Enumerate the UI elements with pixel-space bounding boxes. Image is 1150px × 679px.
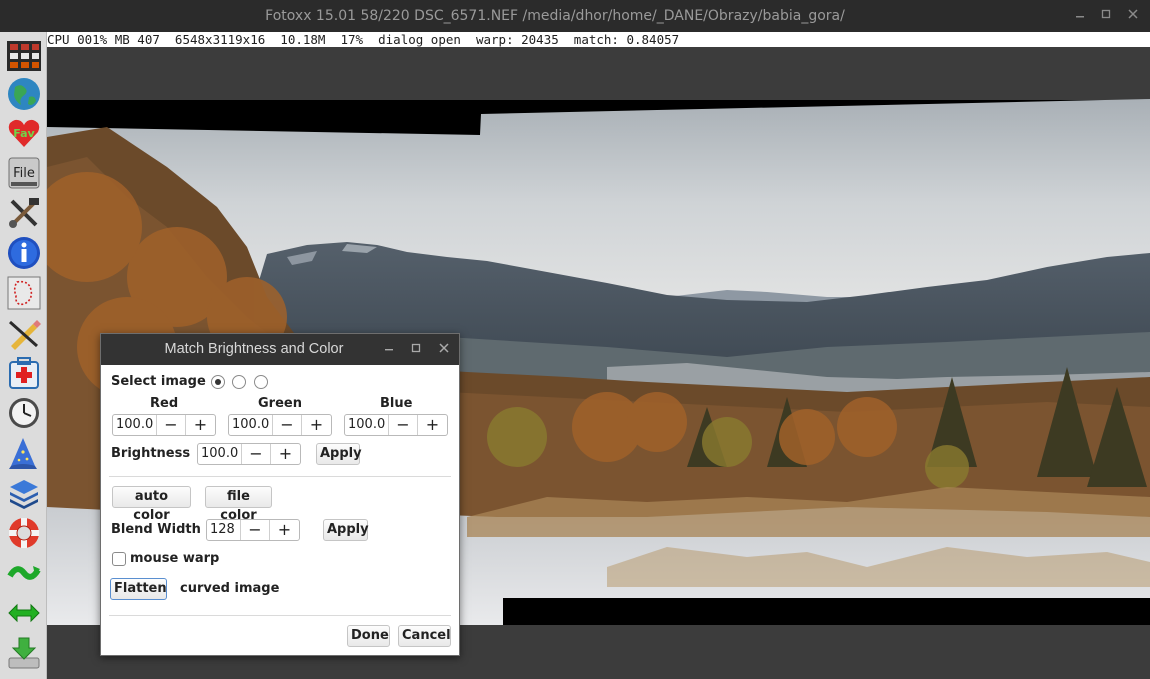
- minimize-icon[interactable]: [1068, 0, 1092, 32]
- brightness-spinbox: 100.0 − +: [197, 443, 301, 465]
- blend-apply-button[interactable]: Apply: [323, 519, 369, 541]
- status-line: CPU 001% MB 407 6548x3119x16 10.18M 17% …: [47, 32, 1150, 47]
- cancel-button[interactable]: Cancel: [398, 625, 451, 647]
- mouse-warp-checkbox[interactable]: [112, 552, 126, 566]
- select-image-label: Select image: [111, 374, 206, 389]
- edit-icon[interactable]: [6, 315, 42, 351]
- window-titlebar: Fotoxx 15.01 58/220 DSC_6571.NEF /media/…: [0, 0, 1150, 32]
- dialog-maximize-icon[interactable]: [406, 334, 426, 365]
- main-toolbar: Fav File: [0, 32, 47, 679]
- blend-width-label: Blend Width: [111, 522, 201, 537]
- tools-icon[interactable]: [6, 195, 42, 231]
- favorites-icon[interactable]: Fav: [6, 115, 42, 151]
- select-image-radio-3[interactable]: [254, 375, 268, 389]
- blue-decrement-button[interactable]: −: [389, 415, 418, 435]
- file-icon[interactable]: File: [6, 155, 42, 191]
- svg-text:Fav: Fav: [13, 127, 35, 140]
- red-label: Red: [150, 396, 179, 411]
- clock-icon[interactable]: [6, 395, 42, 431]
- help-icon[interactable]: [6, 515, 42, 551]
- red-increment-button[interactable]: +: [186, 415, 215, 435]
- blend-width-value[interactable]: 128: [207, 520, 241, 540]
- blend-width-increment-button[interactable]: +: [270, 520, 299, 540]
- green-label: Green: [258, 396, 302, 411]
- flatten-button[interactable]: Flatten: [110, 578, 167, 600]
- brightness-decrement-button[interactable]: −: [242, 444, 271, 464]
- dialog-minimize-icon[interactable]: [379, 334, 399, 365]
- blue-spinbox: 100.0 − +: [344, 414, 448, 436]
- save-icon[interactable]: [6, 635, 42, 671]
- green-spinbox: 100.0 − +: [228, 414, 332, 436]
- repair-icon[interactable]: [6, 355, 42, 391]
- dialog-title: Match Brightness and Color: [164, 341, 344, 357]
- file-color-button[interactable]: file color: [205, 486, 272, 523]
- brightness-increment-button[interactable]: +: [271, 444, 300, 464]
- resize-icon[interactable]: [6, 595, 42, 631]
- wizard-icon[interactable]: [6, 435, 42, 471]
- select-icon[interactable]: [6, 275, 42, 311]
- warp-icon[interactable]: [6, 555, 42, 591]
- curved-image-label: curved image: [180, 581, 280, 596]
- brightness-label: Brightness: [111, 446, 191, 461]
- maximize-icon[interactable]: [1094, 0, 1118, 32]
- match-brightness-dialog: Match Brightness and Color Select image …: [100, 333, 460, 656]
- separator: [109, 476, 451, 477]
- done-button[interactable]: Done: [347, 625, 390, 647]
- green-increment-button[interactable]: +: [302, 415, 331, 435]
- select-image-radio-2[interactable]: [232, 375, 246, 389]
- mouse-warp-label: mouse warp: [130, 551, 220, 566]
- blue-label: Blue: [380, 396, 413, 411]
- svg-text:File: File: [13, 166, 35, 181]
- dialog-close-icon[interactable]: [434, 334, 454, 365]
- blend-width-spinbox: 128 − +: [206, 519, 300, 541]
- close-icon[interactable]: [1121, 0, 1145, 32]
- info-icon[interactable]: [6, 235, 42, 271]
- green-decrement-button[interactable]: −: [273, 415, 302, 435]
- auto-color-button[interactable]: auto color: [112, 486, 191, 523]
- gallery-icon[interactable]: [6, 38, 42, 74]
- separator-bottom: [109, 615, 451, 616]
- blue-value[interactable]: 100.0: [345, 415, 389, 435]
- red-spinbox: 100.0 − +: [112, 414, 216, 436]
- apply-button[interactable]: Apply: [316, 443, 362, 465]
- globe-icon[interactable]: [6, 76, 42, 112]
- red-value[interactable]: 100.0: [113, 415, 157, 435]
- brightness-value[interactable]: 100.0: [198, 444, 242, 464]
- dialog-titlebar: Match Brightness and Color: [101, 334, 459, 365]
- blend-width-decrement-button[interactable]: −: [241, 520, 270, 540]
- layers-icon[interactable]: [6, 475, 42, 511]
- window-title: Fotoxx 15.01 58/220 DSC_6571.NEF /media/…: [265, 8, 845, 24]
- blue-increment-button[interactable]: +: [418, 415, 447, 435]
- green-value[interactable]: 100.0: [229, 415, 273, 435]
- red-decrement-button[interactable]: −: [157, 415, 186, 435]
- select-image-radio-1[interactable]: [211, 375, 225, 389]
